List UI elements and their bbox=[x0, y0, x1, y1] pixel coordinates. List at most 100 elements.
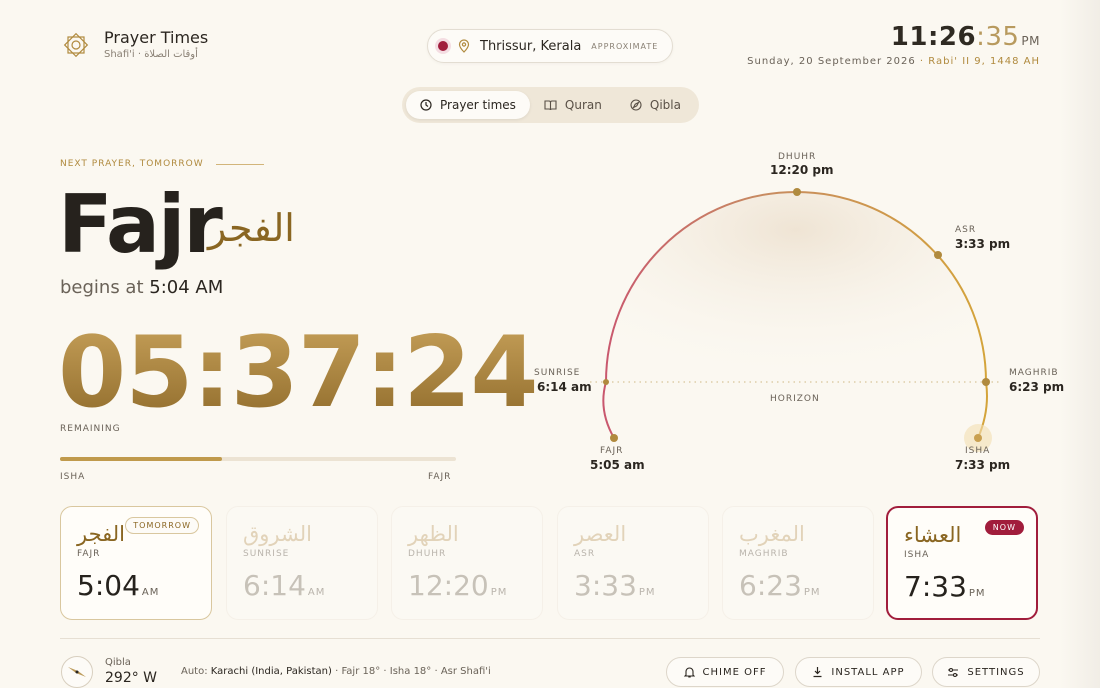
date-separator: · bbox=[919, 56, 925, 67]
prayer-card-fajr[interactable]: TOMORROW الفجر FAJR 5:04 AM bbox=[60, 506, 212, 620]
label-rule bbox=[215, 163, 264, 165]
prayer-card-arabic: العصر bbox=[574, 522, 627, 546]
next-prayer-begins: begins at 5:04 AM bbox=[60, 277, 223, 298]
clock-seconds: :35 bbox=[976, 22, 1020, 52]
prayer-progress-bar bbox=[60, 457, 456, 461]
arc-time-asr: 3:33 pm bbox=[955, 237, 1011, 251]
tab-prayer-times[interactable]: Prayer times bbox=[406, 91, 530, 119]
app-title: Prayer Times bbox=[104, 28, 209, 47]
prayer-card-time: 6:14 AM bbox=[243, 569, 361, 602]
arc-dot-asr bbox=[934, 251, 942, 259]
arc-time-isha: 7:33 pm bbox=[955, 458, 1011, 472]
download-icon bbox=[813, 667, 822, 678]
prayer-card-name: DHUHR bbox=[408, 549, 447, 559]
prayer-card-sunrise[interactable]: الشروق SUNRISE 6:14 AM bbox=[226, 506, 378, 620]
remaining-label: REMAINING bbox=[60, 424, 121, 434]
calc-method-name: Karachi (India, Pakistan) bbox=[210, 666, 332, 677]
arc-dot-sunrise bbox=[603, 379, 609, 385]
arc-sky-fill bbox=[606, 192, 986, 382]
prayer-card-maghrib[interactable]: المغرب MAGHRIB 6:23 PM bbox=[722, 506, 874, 620]
prayer-card-time: 6:23 PM bbox=[739, 569, 857, 602]
sun-path-arc bbox=[590, 188, 1000, 452]
time-value: 5:04 bbox=[77, 569, 140, 602]
clock-time: 11:26:35 PM bbox=[747, 22, 1040, 52]
chime-label: CHIME OFF bbox=[702, 666, 767, 678]
arc-label-isha: ISHA bbox=[965, 446, 991, 456]
prayer-card-time: 5:04 AM bbox=[77, 569, 195, 602]
time-value: 7:33 bbox=[904, 570, 967, 603]
app-subtitle: Shafi'i · أوقات الصلاة bbox=[104, 49, 198, 60]
next-prayer-arabic: الفجر bbox=[208, 206, 295, 250]
tab-label: Quran bbox=[564, 98, 602, 112]
countdown-timer: 05:37:24 bbox=[58, 316, 539, 430]
time-ampm: PM bbox=[490, 587, 508, 598]
prayer-card-arabic: الظهر bbox=[408, 522, 459, 546]
time-ampm: PM bbox=[803, 587, 821, 598]
time-ampm: PM bbox=[968, 588, 986, 599]
arc-label-fajr: FAJR bbox=[600, 446, 624, 456]
install-app-button[interactable]: INSTALL APP bbox=[795, 657, 922, 687]
sliders-icon bbox=[948, 667, 959, 677]
main-tabs: Prayer times Quran Qibla bbox=[402, 87, 699, 123]
settings-label: SETTINGS bbox=[967, 666, 1025, 678]
current-clock: 11:26:35 PM Sunday, 20 September 2026 · R… bbox=[747, 22, 1040, 67]
arc-dot-fajr bbox=[610, 434, 618, 442]
prayer-card-dhuhr[interactable]: الظهر DHUHR 12:20 PM bbox=[391, 506, 543, 620]
calc-isha-angle: · Isha 18° bbox=[383, 666, 432, 677]
begins-prefix: begins at bbox=[60, 277, 144, 298]
prayer-card-name: MAGHRIB bbox=[739, 549, 789, 559]
tab-label: Qibla bbox=[649, 98, 681, 112]
clock-hours-minutes: 11:26 bbox=[890, 22, 977, 52]
clock-icon bbox=[420, 99, 432, 111]
arc-time-fajr: 5:05 am bbox=[590, 458, 645, 472]
prayer-card-arabic: الشروق bbox=[243, 522, 312, 546]
qibla-compass-icon[interactable] bbox=[60, 655, 94, 688]
calculation-method[interactable]: Auto: Karachi (India, Pakistan) · Fajr 1… bbox=[181, 666, 491, 677]
prayer-card-isha[interactable]: NOW العشاء ISHA 7:33 PM bbox=[886, 506, 1038, 620]
chime-toggle-button[interactable]: CHIME OFF bbox=[666, 657, 784, 687]
calc-prefix: Auto: bbox=[181, 666, 208, 677]
arc-dot-dhuhr bbox=[793, 188, 801, 196]
now-badge: NOW bbox=[984, 520, 1024, 535]
clock-date-line: Sunday, 20 September 2026 · Rabi' II 9, … bbox=[747, 56, 1040, 67]
prayer-card-arabic: المغرب bbox=[739, 522, 805, 546]
tomorrow-badge: TOMORROW bbox=[125, 517, 199, 534]
time-value: 3:33 bbox=[574, 569, 637, 602]
tab-label: Prayer times bbox=[440, 98, 516, 112]
clock-ampm: PM bbox=[1021, 34, 1040, 48]
time-value: 12:20 bbox=[408, 569, 489, 602]
progress-end-label: FAJR bbox=[428, 472, 452, 482]
bell-icon bbox=[683, 667, 695, 678]
arc-label-asr: ASR bbox=[955, 225, 977, 235]
next-prayer-label-text: NEXT PRAYER, TOMORROW bbox=[60, 159, 204, 169]
time-ampm: AM bbox=[307, 587, 326, 598]
prayer-card-name: FAJR bbox=[77, 549, 101, 559]
time-value: 6:23 bbox=[739, 569, 802, 602]
settings-button[interactable]: SETTINGS bbox=[932, 657, 1040, 687]
prayer-card-name: ISHA bbox=[904, 550, 930, 560]
horizon-label: HORIZON bbox=[770, 394, 820, 404]
time-ampm: AM bbox=[141, 587, 160, 598]
progress-start-label: ISHA bbox=[60, 472, 86, 482]
tab-qibla[interactable]: Qibla bbox=[616, 91, 695, 119]
book-icon bbox=[544, 100, 557, 111]
prayer-card-time: 7:33 PM bbox=[904, 570, 1020, 603]
prayer-card-asr[interactable]: العصر ASR 3:33 PM bbox=[557, 506, 709, 620]
arc-dot-isha bbox=[974, 434, 982, 442]
sun-emblem-icon bbox=[63, 32, 89, 58]
next-prayer-label: NEXT PRAYER, TOMORROW bbox=[60, 159, 264, 169]
location-selector[interactable]: Thrissur, Kerala APPROXIMATE bbox=[427, 29, 673, 63]
footer-divider bbox=[60, 638, 1040, 639]
calc-fajr-angle: · Fajr 18° bbox=[335, 666, 381, 677]
gregorian-date: Sunday, 20 September 2026 bbox=[747, 56, 916, 67]
hijri-date: Rabi' II 9, 1448 AH bbox=[928, 56, 1040, 67]
qibla-bearing: 292° W bbox=[105, 670, 158, 686]
app-brand[interactable]: Prayer Times Shafi'i · أوقات الصلاة bbox=[60, 28, 208, 62]
tab-quran[interactable]: Quran bbox=[530, 91, 616, 119]
location-status-dot bbox=[438, 41, 448, 51]
qibla-label: Qibla bbox=[105, 657, 131, 668]
time-value: 6:14 bbox=[243, 569, 306, 602]
prayer-card-time: 3:33 PM bbox=[574, 569, 692, 602]
arc-label-dhuhr: DHUHR bbox=[778, 152, 817, 162]
arc-label-sunrise: SUNRISE bbox=[534, 368, 581, 378]
